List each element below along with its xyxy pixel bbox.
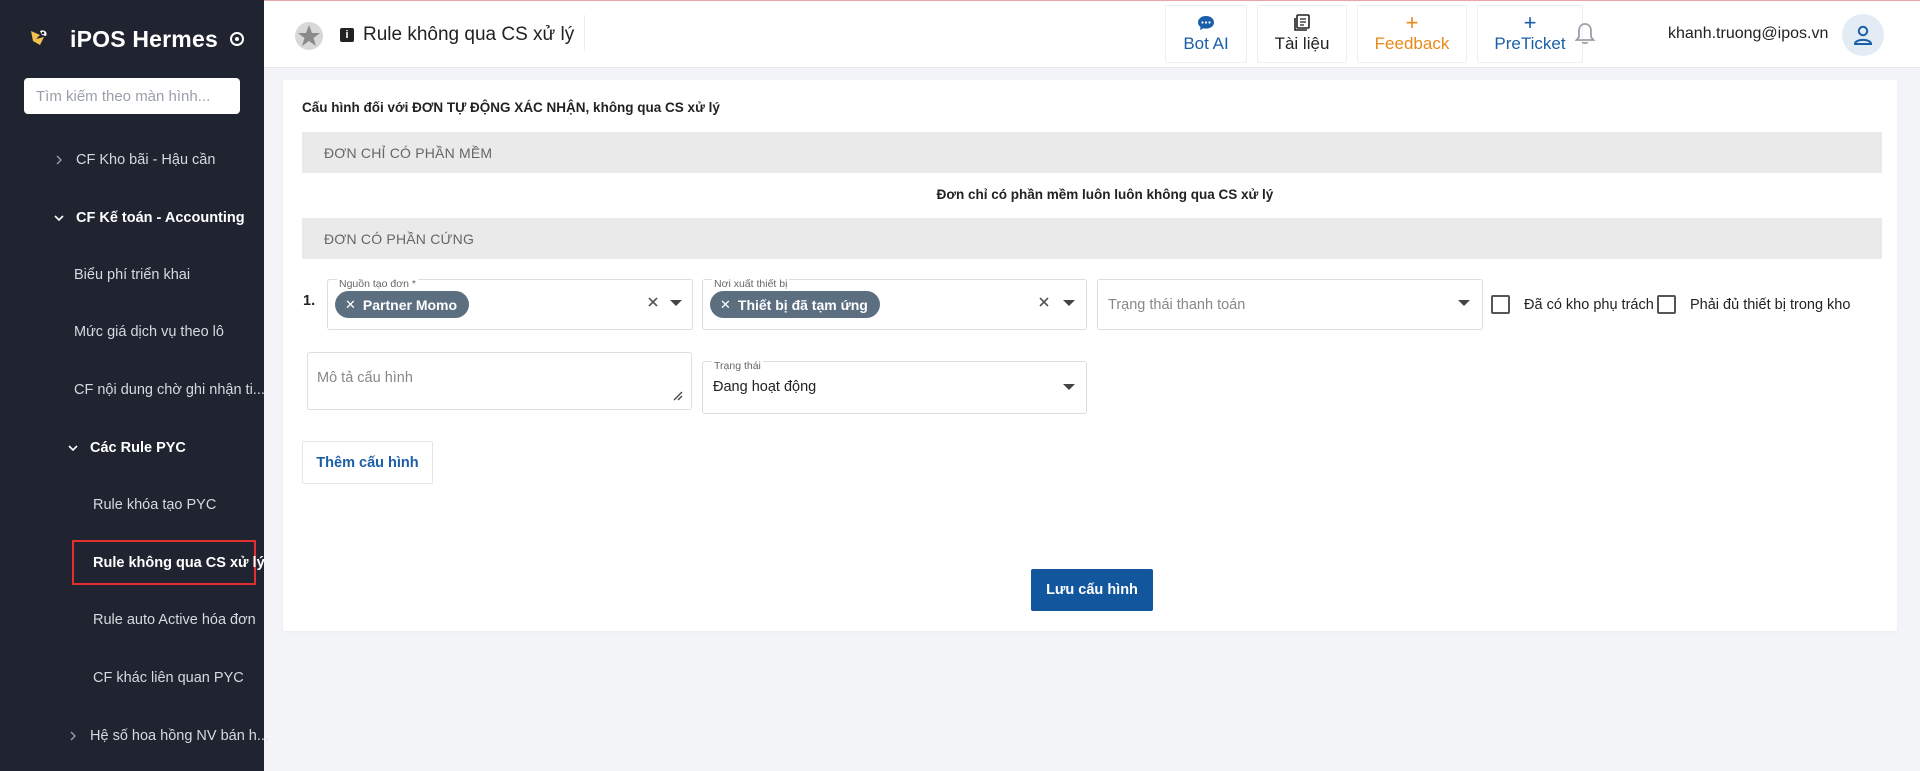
checkbox[interactable] — [1491, 295, 1510, 314]
bot-ai-button[interactable]: Bot AI — [1165, 5, 1247, 63]
sidebar-item-label: CF nội dung chờ ghi nhận ti... — [74, 382, 265, 398]
chip-label: Thiết bị đã tạm ứng — [737, 296, 868, 313]
add-config-button[interactable]: Thêm cấu hình — [302, 441, 433, 484]
chat-bubble-icon — [1197, 14, 1215, 32]
chip-remove-icon[interactable]: ✕ — [345, 297, 356, 313]
screen-search-input[interactable] — [24, 78, 240, 114]
chevron-down-icon[interactable] — [1063, 300, 1075, 306]
user-icon — [1853, 25, 1873, 45]
sidebar-item-cac-rule-pyc[interactable]: Các Rule PYC — [68, 440, 186, 456]
clear-icon[interactable] — [1035, 293, 1053, 311]
plus-icon: + — [1405, 10, 1419, 35]
resize-handle-icon[interactable] — [671, 389, 683, 401]
chevron-down-icon — [54, 213, 64, 223]
sidebar-item-cf-kho-bai[interactable]: CF Kho bãi - Hậu cần — [54, 152, 215, 168]
chevron-down-icon[interactable] — [670, 300, 682, 306]
order-source-select[interactable]: Nguồn tạo đơn * ✕ Partner Momo — [327, 278, 693, 330]
feedback-label: Feedback — [1374, 34, 1450, 53]
feedback-button[interactable]: + Feedback — [1357, 5, 1467, 63]
field-label: Nguồn tạo đơn * — [337, 278, 418, 290]
app-name: iPOS Hermes — [70, 25, 218, 52]
page-title: Rule không qua CS xử lý — [363, 24, 575, 45]
payment-status-select[interactable]: Trạng thái thanh toán — [1097, 279, 1483, 330]
sidebar-item-rule-khong-qua-cs[interactable]: Rule không qua CS xử lý — [93, 555, 265, 571]
field-label: Nơi xuất thiết bị — [712, 278, 790, 290]
sidebar-item-rule-khoa-tao[interactable]: Rule khóa tạo PYC — [93, 497, 216, 513]
status-select[interactable]: Trạng thái Đang hoạt động — [702, 360, 1087, 414]
preticket-button[interactable]: + PreTicket — [1477, 5, 1583, 63]
sidebar-item-label: Rule không qua CS xử lý — [93, 555, 265, 571]
chevron-right-icon — [68, 731, 78, 741]
config-description-textarea[interactable]: Mô tả cấu hình — [307, 352, 692, 410]
sidebar-item-label: Mức giá dịch vụ theo lô — [74, 324, 224, 340]
selected-chip[interactable]: ✕ Thiết bị đã tạm ứng — [710, 291, 880, 318]
row-number: 1. — [303, 293, 316, 309]
sidebar-item-he-so-hoa-hong[interactable]: Hệ số hoa hồng NV bán h... — [68, 728, 269, 744]
field-placeholder: Mô tả cấu hình — [317, 370, 413, 386]
section-title: ĐƠN CÓ PHẦN CỨNG — [324, 231, 475, 247]
brand[interactable]: iPOS Hermes — [28, 24, 244, 54]
plus-icon: + — [1523, 10, 1537, 35]
sidebar-item-label: CF Kế toán - Accounting — [76, 210, 245, 226]
chevron-down-icon[interactable] — [1063, 384, 1075, 390]
checkbox-enough-devices[interactable]: Phải đủ thiết bị trong kho — [1657, 295, 1850, 314]
header-divider — [584, 15, 585, 51]
chevron-down-icon[interactable] — [1458, 300, 1470, 306]
docs-button[interactable]: Tài liệu — [1257, 5, 1347, 63]
preticket-label: PreTicket — [1494, 34, 1566, 53]
sidebar-item-label: Rule khóa tạo PYC — [93, 497, 217, 513]
avatar[interactable] — [1842, 14, 1884, 56]
sidebar-item-label: Các Rule PYC — [90, 440, 186, 456]
sidebar: iPOS Hermes CF Kho bãi - Hậu cần CF Kế t… — [0, 0, 269, 771]
notification-bell-icon[interactable] — [1572, 21, 1598, 47]
card-title: Cấu hình đối với ĐƠN TỰ ĐỘNG XÁC NHẬN, k… — [302, 100, 720, 115]
sidebar-item-label: Rule auto Active hóa đơn — [93, 612, 256, 628]
field-placeholder: Trạng thái thanh toán — [1108, 297, 1246, 313]
info-icon: i — [340, 28, 354, 42]
section-hardware: ĐƠN CÓ PHẦN CỨNG — [302, 218, 1882, 259]
sidebar-item-label: CF Kho bãi - Hậu cần — [76, 152, 216, 168]
sidebar-item-rule-auto-active[interactable]: Rule auto Active hóa đơn — [93, 612, 256, 628]
field-label: Trạng thái — [712, 360, 763, 372]
clear-icon[interactable] — [644, 293, 662, 311]
target-icon[interactable] — [229, 32, 244, 46]
sidebar-item-cf-ke-toan[interactable]: CF Kế toán - Accounting — [54, 210, 245, 226]
config-card: Cấu hình đối với ĐƠN TỰ ĐỘNG XÁC NHẬN, k… — [283, 80, 1897, 631]
sidebar-item-label: Hệ số hoa hồng NV bán h... — [90, 728, 269, 744]
device-source-select[interactable]: Nơi xuất thiết bị ✕ Thiết bị đã tạm ứng — [702, 278, 1087, 330]
status-value: Đang hoạt động — [713, 379, 817, 395]
save-config-button[interactable]: Lưu cấu hình — [1031, 569, 1153, 611]
user-email[interactable]: khanh.truong@ipos.vn — [1668, 25, 1828, 43]
bot-ai-label: Bot AI — [1183, 34, 1229, 53]
checkbox-label: Phải đủ thiết bị trong kho — [1690, 296, 1851, 313]
sidebar-item-label: Biểu phí triển khai — [74, 267, 191, 283]
chevron-down-icon — [68, 443, 78, 453]
checkbox-label: Đã có kho phụ trách — [1524, 296, 1654, 313]
sidebar-item-bieu-phi[interactable]: Biểu phí triển khai — [74, 267, 190, 283]
chip-remove-icon[interactable]: ✕ — [720, 297, 731, 313]
chevron-right-icon — [54, 155, 64, 165]
checkbox[interactable] — [1657, 295, 1676, 314]
checkbox-has-warehouse[interactable]: Đã có kho phụ trách — [1491, 295, 1654, 314]
section-software-only: ĐƠN CHỈ CÓ PHẦN MỀM — [302, 132, 1882, 173]
sidebar-item-cf-khac[interactable]: CF khác liên quan PYC — [93, 670, 244, 686]
selected-chip[interactable]: ✕ Partner Momo — [335, 291, 470, 318]
sidebar-item-label: CF khác liên quan PYC — [93, 670, 244, 686]
sidebar-item-muc-gia[interactable]: Mức giá dịch vụ theo lô — [74, 324, 224, 340]
section-title: ĐƠN CHỈ CÓ PHẦN MỀM — [324, 145, 493, 161]
book-icon — [1293, 14, 1311, 32]
star-badge-icon — [295, 22, 323, 50]
chip-label: Partner Momo — [362, 296, 458, 313]
software-note: Đơn chỉ có phần mềm luôn luôn không qua … — [936, 187, 1274, 202]
top-header: i Rule không qua CS xử lý Bot AI Tài liệ… — [264, 1, 1920, 68]
hermes-logo-icon — [31, 30, 47, 45]
docs-label: Tài liệu — [1274, 34, 1330, 53]
sidebar-item-cf-noi-dung[interactable]: CF nội dung chờ ghi nhận ti... — [74, 382, 265, 398]
